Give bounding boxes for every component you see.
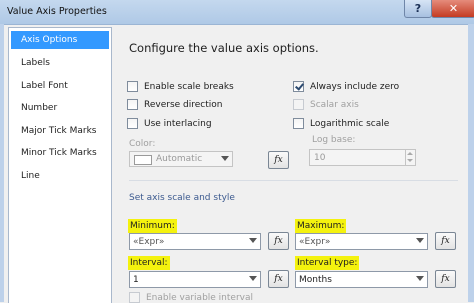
sidebar-item-minor-tick-marks[interactable]: Minor Tick Marks <box>11 144 109 162</box>
enable-variable-interval-option: Enable variable interval <box>129 292 253 303</box>
always-include-zero-checkbox[interactable] <box>293 81 304 92</box>
minimum-combobox[interactable]: «Expr» <box>129 233 261 250</box>
logarithmic-scale-label: Logarithmic scale <box>310 118 390 129</box>
color-swatch <box>134 155 152 165</box>
maximum-expression-button[interactable]: fx <box>435 232 456 250</box>
enable-scale-breaks-label: Enable scale breaks <box>144 81 234 92</box>
enable-variable-interval-checkbox <box>129 292 140 303</box>
chevron-down-icon <box>249 276 257 281</box>
use-interlacing-label: Use interlacing <box>144 118 212 129</box>
interval-type-dropdown-button[interactable] <box>413 272 427 287</box>
chevron-down-icon <box>416 276 424 281</box>
interval-type-label: Interval type: <box>295 256 360 270</box>
interval-value: 1 <box>133 275 139 285</box>
logarithmic-scale-option[interactable]: Logarithmic scale <box>293 118 389 129</box>
sidebar-item-line[interactable]: Line <box>11 167 109 185</box>
scale-section-title: Set axis scale and style <box>129 193 235 203</box>
reverse-direction-label: Reverse direction <box>144 99 223 110</box>
scalar-axis-checkbox <box>293 99 304 110</box>
window-title: Value Axis Properties <box>7 6 107 17</box>
interval-type-expression-button[interactable]: fx <box>435 270 456 288</box>
interval-expression-button[interactable]: fx <box>268 270 289 288</box>
section-divider <box>129 180 458 181</box>
minimum-dropdown-button[interactable] <box>246 234 260 249</box>
color-dropdown: Automatic <box>129 151 233 167</box>
sidebar-item-labels[interactable]: Labels <box>11 54 109 72</box>
spinner-buttons <box>405 150 415 165</box>
always-include-zero-label: Always include zero <box>310 81 400 92</box>
interval-dropdown-button[interactable] <box>246 272 260 287</box>
maximum-combobox[interactable]: «Expr» <box>295 233 428 250</box>
enable-variable-interval-label: Enable variable interval <box>146 292 253 303</box>
log-base-spinner: 10 <box>309 149 416 166</box>
use-interlacing-option[interactable]: Use interlacing <box>127 118 212 129</box>
sidebar-item-axis-options[interactable]: Axis Options <box>11 31 109 49</box>
spin-up-icon <box>407 152 413 155</box>
scalar-axis-label: Scalar axis <box>310 99 359 110</box>
reverse-direction-checkbox[interactable] <box>127 99 138 110</box>
minimum-expression-button[interactable]: fx <box>268 232 289 250</box>
enable-scale-breaks-option[interactable]: Enable scale breaks <box>127 81 234 92</box>
color-expression-button[interactable]: fx <box>268 151 289 169</box>
spin-down-icon <box>407 159 413 162</box>
color-value: Automatic <box>156 154 203 164</box>
page-heading: Configure the value axis options. <box>129 41 319 55</box>
maximum-value: «Expr» <box>299 237 331 247</box>
interval-combobox[interactable]: 1 <box>129 271 261 288</box>
chevron-down-icon <box>416 238 424 243</box>
interval-type-combobox[interactable]: Months <box>295 271 428 288</box>
maximum-dropdown-button[interactable] <box>413 234 427 249</box>
window-frame-right <box>468 24 474 302</box>
minimum-label: Minimum: <box>128 219 177 233</box>
enable-scale-breaks-checkbox[interactable] <box>127 81 138 92</box>
logarithmic-scale-checkbox[interactable] <box>293 118 304 129</box>
minimum-value: «Expr» <box>133 237 165 247</box>
help-button[interactable]: ? <box>404 0 432 18</box>
sidebar-nav: Axis Options Labels Label Font Number Ma… <box>8 27 112 303</box>
log-base-label: Log base: <box>312 135 356 145</box>
window-frame-left <box>0 24 4 302</box>
use-interlacing-checkbox[interactable] <box>127 118 138 129</box>
interval-type-value: Months <box>299 275 332 285</box>
interval-label: Interval: <box>128 256 170 270</box>
chevron-down-icon <box>221 156 229 161</box>
chevron-down-icon <box>249 238 257 243</box>
color-label: Color: <box>129 139 156 149</box>
close-button[interactable]: ✕ <box>431 0 474 18</box>
always-include-zero-option[interactable]: Always include zero <box>293 81 399 92</box>
scalar-axis-option: Scalar axis <box>293 99 359 110</box>
sidebar-item-number[interactable]: Number <box>11 99 109 117</box>
sidebar-item-major-tick-marks[interactable]: Major Tick Marks <box>11 122 109 140</box>
log-base-value: 10 <box>314 153 326 163</box>
maximum-label: Maximum: <box>295 219 347 233</box>
title-bar: Value Axis Properties ? ✕ <box>0 0 474 25</box>
reverse-direction-option[interactable]: Reverse direction <box>127 99 222 110</box>
sidebar-item-label-font[interactable]: Label Font <box>11 77 109 95</box>
